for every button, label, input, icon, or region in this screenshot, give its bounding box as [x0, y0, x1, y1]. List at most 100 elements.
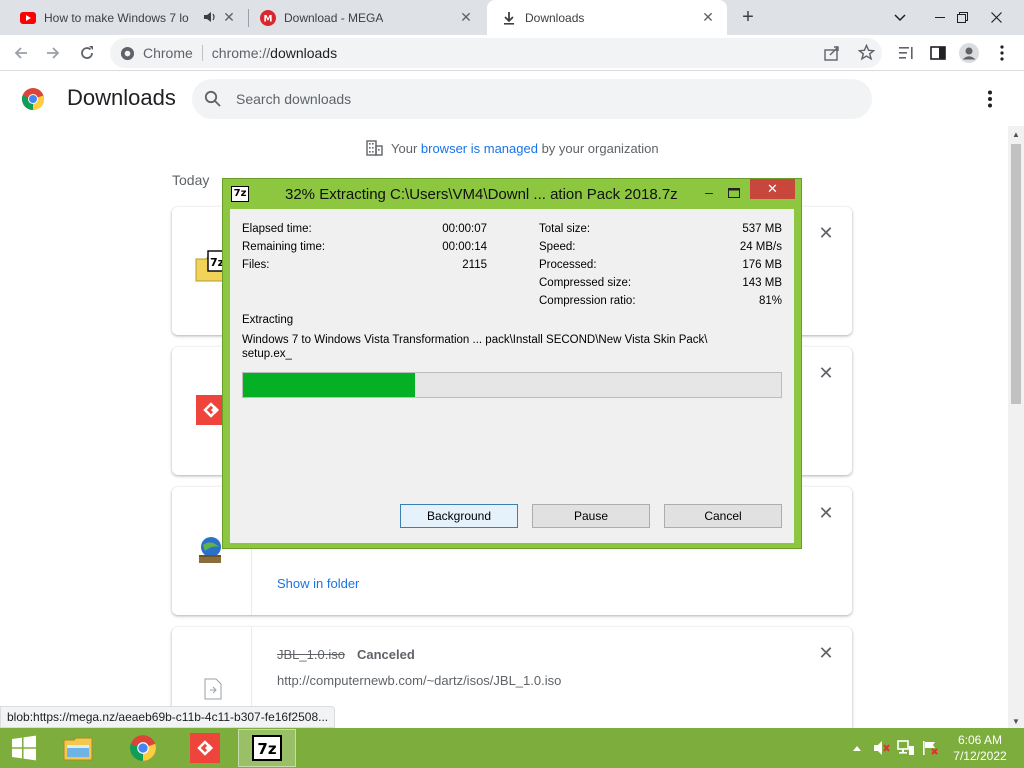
- windows-logo-icon: [12, 735, 36, 761]
- file-icon: [204, 678, 222, 705]
- background-button[interactable]: Background: [400, 504, 518, 528]
- close-icon[interactable]: ✕: [222, 10, 236, 24]
- clock-date: 7/12/2022: [953, 749, 1007, 763]
- stat-label: Remaining time:: [242, 241, 326, 253]
- anydesk-icon: [190, 733, 220, 763]
- tab-mega[interactable]: M Download - MEGA ✕: [240, 0, 485, 35]
- stat-value: 00:00:07: [442, 223, 487, 235]
- operation-label: Extracting: [242, 314, 294, 326]
- date-heading: Today: [172, 172, 210, 188]
- action-center-flag-icon[interactable]: [920, 728, 940, 768]
- managed-prefix: Your: [391, 140, 421, 156]
- extraction-progress-bar: [242, 372, 782, 398]
- dialog-close-button[interactable]: ✕: [750, 179, 795, 199]
- progress-fill: [243, 373, 416, 397]
- youtube-icon: [20, 10, 36, 26]
- url-host: downloads: [270, 45, 338, 61]
- omnibox-url: chrome://downloads: [212, 45, 337, 61]
- taskbar-chrome[interactable]: [114, 729, 172, 767]
- chrome-site-icon: [120, 46, 135, 61]
- stat-value: 2115: [462, 259, 487, 271]
- dialog-minimize-button[interactable]: ‒: [699, 184, 719, 202]
- tab-title: Download - MEGA: [284, 10, 384, 25]
- remove-download-icon[interactable]: ✕: [818, 224, 834, 242]
- scroll-down-icon[interactable]: ▼: [1012, 717, 1020, 726]
- url-scheme: chrome://: [211, 45, 271, 61]
- file-explorer-icon: [63, 737, 93, 761]
- taskbar-anydesk[interactable]: [176, 729, 234, 767]
- cancel-button[interactable]: Cancel: [664, 504, 782, 528]
- pause-button[interactable]: Pause: [532, 504, 650, 528]
- remove-download-icon[interactable]: ✕: [818, 644, 834, 662]
- stat-value: 143 MB: [742, 277, 782, 289]
- search-bar: [192, 79, 872, 119]
- address-bar[interactable]: Chrome chrome://downloads: [110, 38, 882, 68]
- volume-muted-icon[interactable]: [872, 728, 892, 768]
- current-file-name: setup.ex_: [242, 348, 292, 360]
- stat-label: Files:: [242, 259, 270, 271]
- bookmark-star-icon[interactable]: [857, 43, 876, 64]
- dialog-titlebar[interactable]: 7z 32% Extracting C:\Users\VM4\Downl ...…: [223, 179, 801, 209]
- tab-title: How to make Windows 7 lo: [44, 10, 189, 25]
- tray-overflow-icon[interactable]: [850, 728, 864, 768]
- scroll-up-icon[interactable]: ▲: [1012, 130, 1020, 139]
- search-input[interactable]: [236, 89, 836, 109]
- downloads-menu-icon[interactable]: [980, 89, 1000, 109]
- system-clock[interactable]: 6:06 AM 7/12/2022: [945, 732, 1015, 764]
- page-title: Downloads: [67, 85, 176, 110]
- taskbar-file-explorer[interactable]: [49, 729, 107, 767]
- tab-downloads[interactable]: Downloads ✕: [487, 0, 727, 35]
- stat-label: Compressed size:: [539, 277, 632, 289]
- windows-taskbar: 7z 6:06 AM 7/12/2022: [0, 728, 1024, 768]
- remove-download-icon[interactable]: ✕: [818, 364, 834, 382]
- current-file-path: Windows 7 to Windows Vista Transformatio…: [242, 334, 708, 346]
- reading-list-icon[interactable]: [896, 42, 918, 64]
- new-tab-button[interactable]: +: [738, 7, 758, 28]
- link-status-bubble: blob:https://mega.nz/aeaeb69b-c11b-4c11-…: [0, 706, 336, 728]
- menu-kebab-icon[interactable]: [991, 42, 1013, 64]
- share-icon[interactable]: [824, 45, 840, 64]
- page-scrollbar[interactable]: ▲ ▼: [1008, 126, 1024, 730]
- speaker-icon[interactable]: [204, 11, 216, 26]
- network-icon[interactable]: [896, 728, 916, 768]
- search-icon: [204, 90, 221, 112]
- show-in-folder-link[interactable]: Show in folder: [277, 576, 359, 591]
- 7zip-icon: 7z: [252, 735, 282, 761]
- browser-toolbar: Chrome chrome://downloads: [0, 35, 1024, 71]
- extraction-dialog: 7z 32% Extracting C:\Users\VM4\Downl ...…: [222, 178, 802, 549]
- stat-value: 176 MB: [742, 259, 782, 271]
- start-button[interactable]: [0, 728, 48, 768]
- close-icon[interactable]: ✕: [701, 10, 715, 24]
- dialog-maximize-button[interactable]: [728, 184, 748, 202]
- tab-youtube[interactable]: How to make Windows 7 lo ✕: [0, 0, 248, 35]
- stat-value: 00:00:14: [442, 241, 487, 253]
- svg-text:7z: 7z: [257, 740, 276, 758]
- remove-download-icon[interactable]: ✕: [818, 504, 834, 522]
- managed-link[interactable]: browser is managed: [421, 141, 538, 156]
- building-icon: [366, 140, 383, 156]
- forward-button[interactable]: [40, 40, 66, 66]
- stat-label: Speed:: [539, 241, 576, 253]
- stat-value: 81%: [758, 295, 782, 307]
- reload-button[interactable]: [74, 40, 100, 66]
- scrollbar-thumb[interactable]: [1011, 144, 1021, 404]
- tab-search-chevron-icon[interactable]: [880, 0, 920, 35]
- download-source-url[interactable]: http://computernewb.com/~dartz/isos/JBL_…: [277, 673, 561, 688]
- tab-title: Downloads: [525, 10, 585, 25]
- chrome-logo-icon: [21, 87, 45, 111]
- omnibox-chrome-label: Chrome: [143, 45, 193, 61]
- side-panel-icon[interactable]: [927, 42, 949, 64]
- managed-notice: Your browser is managed by your organiza…: [366, 140, 659, 156]
- download-icon: [501, 10, 517, 26]
- stat-value: 537 MB: [742, 223, 782, 235]
- dialog-body: Elapsed time: 00:00:07 Remaining time: 0…: [230, 209, 794, 543]
- dialog-title: 32% Extracting C:\Users\VM4\Downl ... at…: [285, 186, 678, 203]
- profile-avatar-icon[interactable]: [958, 42, 980, 64]
- close-window-button[interactable]: [976, 0, 1016, 35]
- download-status: Canceled: [357, 647, 415, 662]
- back-button[interactable]: [8, 40, 34, 66]
- close-icon[interactable]: ✕: [459, 10, 473, 24]
- download-filename[interactable]: JBL_1.0.iso: [277, 647, 345, 662]
- taskbar-7zip[interactable]: 7z: [238, 729, 296, 767]
- stat-label: Processed:: [539, 259, 597, 271]
